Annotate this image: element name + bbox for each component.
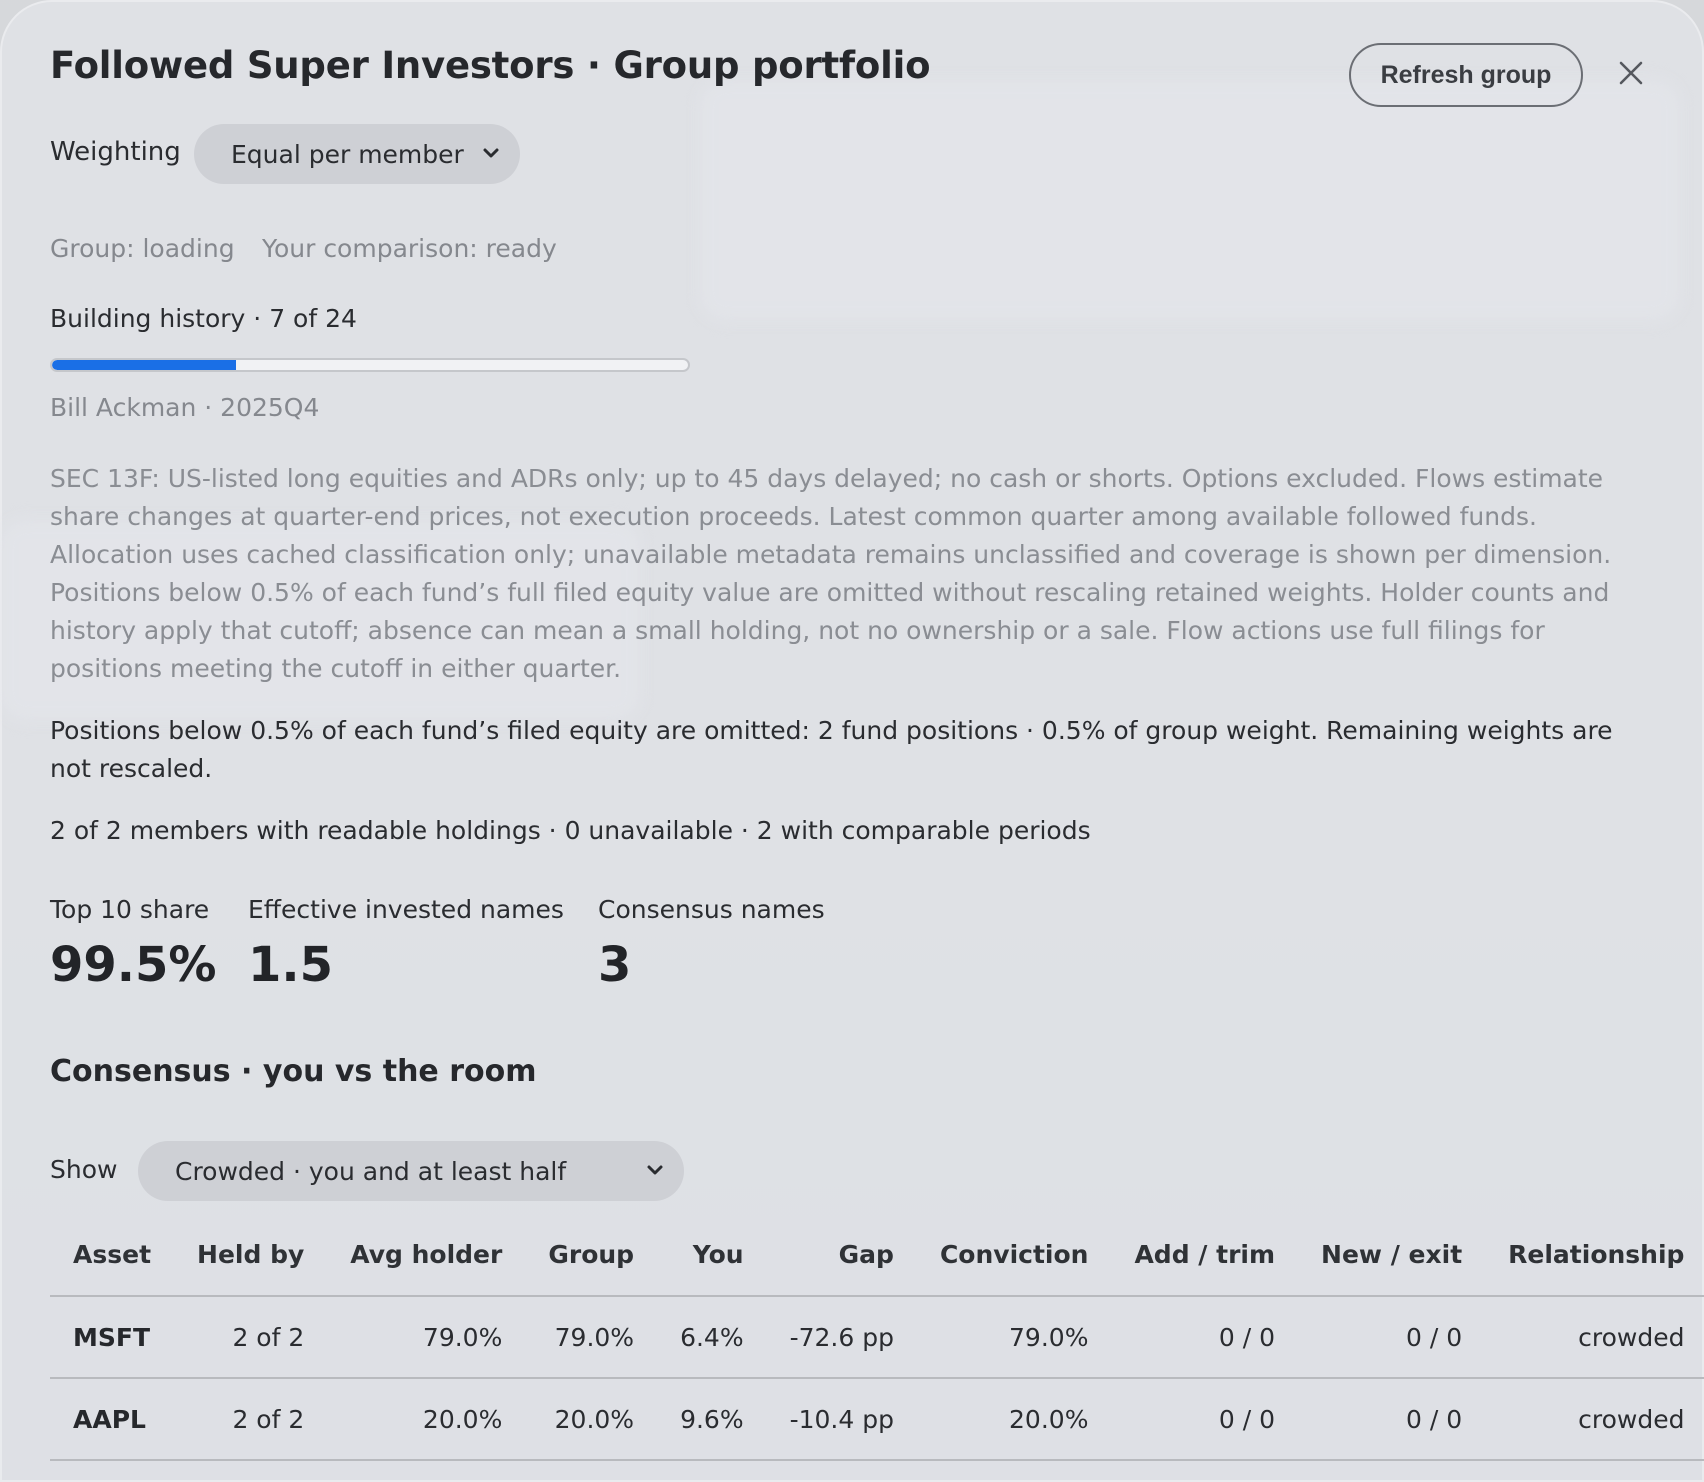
cell-group: 79.0%	[525, 1296, 658, 1379]
cell-you: 9.6%	[657, 1378, 767, 1461]
dialog-title: Followed Super Investors · Group portfol…	[50, 44, 931, 87]
table-row[interactable]: AAPL 2 of 2 20.0% 20.0% 9.6% -10.4 pp 20…	[50, 1378, 1704, 1461]
consensus-table: Asset Held by Avg holder Group You Gap C…	[50, 1214, 1704, 1461]
table-header-row: Asset Held by Avg holder Group You Gap C…	[50, 1214, 1704, 1297]
cell-add-trim: 0 / 0	[1111, 1378, 1299, 1461]
cell-held-by: 2 of 2	[174, 1378, 328, 1461]
column-header-group[interactable]: Group	[525, 1214, 658, 1297]
close-icon	[1619, 61, 1643, 85]
cell-new-exit: 0 / 0	[1298, 1378, 1486, 1461]
cutoff-note: Positions below 0.5% of each fund’s file…	[50, 716, 1613, 783]
cell-avg-holder: 20.0%	[327, 1378, 526, 1461]
stat-value-effective-names: 1.5	[248, 937, 334, 993]
column-header-gap[interactable]: Gap	[766, 1214, 917, 1297]
weighting-selected-value: Equal per member	[231, 139, 464, 169]
group-status: Group: loading	[50, 234, 235, 263]
cell-gap: -72.6 pp	[766, 1296, 917, 1379]
chevron-down-icon	[647, 1165, 663, 1175]
cell-group: 20.0%	[525, 1378, 658, 1461]
column-header-new-exit[interactable]: New / exit	[1298, 1214, 1486, 1297]
show-filter-select[interactable]: Crowded · you and at least half	[138, 1141, 684, 1201]
current-member-quarter: Bill Ackman · 2025Q4	[50, 393, 320, 422]
stat-label-top10: Top 10 share	[50, 895, 210, 924]
history-progress-bar	[50, 358, 690, 372]
weighting-label: Weighting	[50, 137, 181, 167]
stat-value-top10: 99.5%	[50, 937, 217, 993]
cell-relationship: crowded	[1485, 1296, 1704, 1379]
column-header-add-trim[interactable]: Add / trim	[1111, 1214, 1299, 1297]
cell-gap: -10.4 pp	[766, 1378, 917, 1461]
chevron-down-icon	[483, 148, 499, 158]
cell-avg-holder: 79.0%	[327, 1296, 526, 1379]
stat-label-effective-names: Effective invested names	[248, 895, 564, 924]
cell-asset: AAPL	[50, 1378, 175, 1461]
members-note: 2 of 2 members with readable holdings · …	[50, 816, 1091, 845]
table-row[interactable]: MSFT 2 of 2 79.0% 79.0% 6.4% -72.6 pp 79…	[50, 1296, 1704, 1379]
refresh-group-button[interactable]: Refresh group	[1349, 43, 1583, 107]
stat-value-consensus-names: 3	[598, 937, 632, 993]
group-portfolio-dialog: Followed Super Investors · Group portfol…	[0, 0, 1704, 1482]
column-header-you[interactable]: You	[657, 1214, 767, 1297]
stat-label-consensus-names: Consensus names	[598, 895, 825, 924]
column-header-held-by[interactable]: Held by	[174, 1214, 328, 1297]
weighting-select[interactable]: Equal per member	[194, 124, 520, 184]
consensus-section-title: Consensus · you vs the room	[50, 1054, 537, 1089]
column-header-relationship[interactable]: Relationship	[1485, 1214, 1704, 1297]
cell-conviction: 79.0%	[916, 1296, 1112, 1379]
cell-you: 6.4%	[657, 1296, 767, 1379]
column-header-conviction[interactable]: Conviction	[916, 1214, 1112, 1297]
cell-new-exit: 0 / 0	[1298, 1296, 1486, 1379]
cell-add-trim: 0 / 0	[1111, 1296, 1299, 1379]
column-header-avg-holder[interactable]: Avg holder	[327, 1214, 526, 1297]
show-filter-selected-value: Crowded · you and at least half	[175, 1156, 567, 1186]
history-progress-label: Building history · 7 of 24	[50, 304, 357, 333]
backdrop-card	[700, 80, 1680, 320]
column-header-asset[interactable]: Asset	[50, 1214, 175, 1297]
cell-held-by: 2 of 2	[174, 1296, 328, 1379]
cell-relationship: crowded	[1485, 1378, 1704, 1461]
data-disclaimer: SEC 13F: US-listed long equities and ADR…	[50, 464, 1612, 683]
show-filter-label: Show	[50, 1155, 118, 1184]
comparison-status: Your comparison: ready	[262, 234, 557, 263]
cell-asset: MSFT	[50, 1296, 175, 1379]
history-progress-fill	[52, 360, 237, 370]
close-button[interactable]	[1611, 53, 1651, 93]
cell-conviction: 20.0%	[916, 1378, 1112, 1461]
